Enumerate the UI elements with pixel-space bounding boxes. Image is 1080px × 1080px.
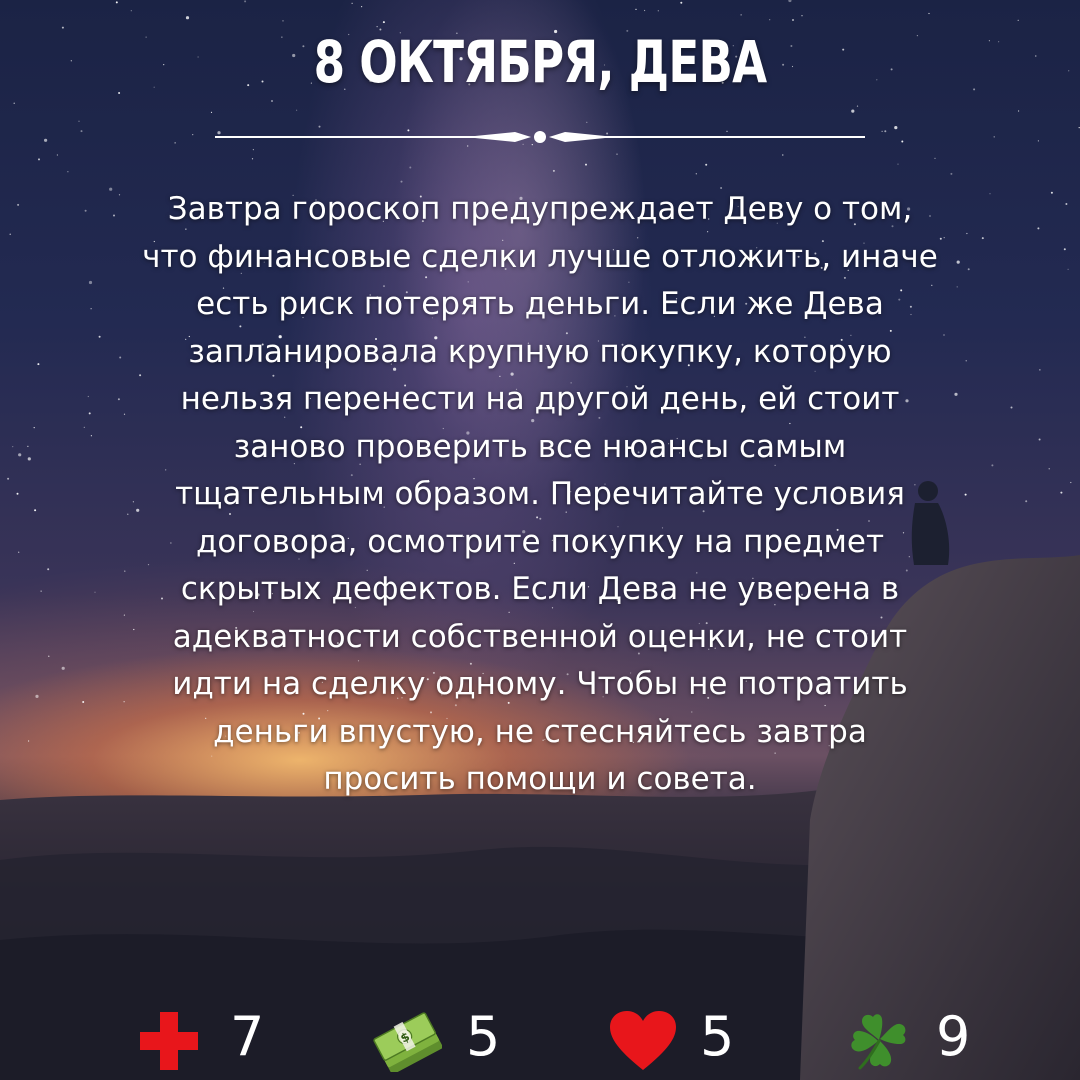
money-stack-icon: $ — [373, 1012, 442, 1072]
heart-icon — [610, 1011, 676, 1070]
horoscope-text: Завтра гороскоп предупреждает Деву о том… — [142, 191, 938, 797]
ratings-bar: 7 $ 5 5 9 — [0, 1002, 1080, 1072]
horoscope-card: 8 ОКТЯБРЯ, ДЕВА Завтра гороскоп предупре… — [0, 0, 1080, 1080]
rating-love-value: 5 — [700, 1005, 735, 1068]
rating-health-value: 7 — [230, 1005, 265, 1068]
four-leaf-clover-icon — [851, 1014, 906, 1070]
page-title: 8 ОКТЯБРЯ, ДЕВА — [313, 28, 768, 96]
ornamental-divider — [215, 131, 865, 143]
rating-luck-value: 9 — [936, 1005, 971, 1068]
red-cross-icon — [140, 1012, 198, 1070]
rating-money-value: 5 — [466, 1005, 501, 1068]
